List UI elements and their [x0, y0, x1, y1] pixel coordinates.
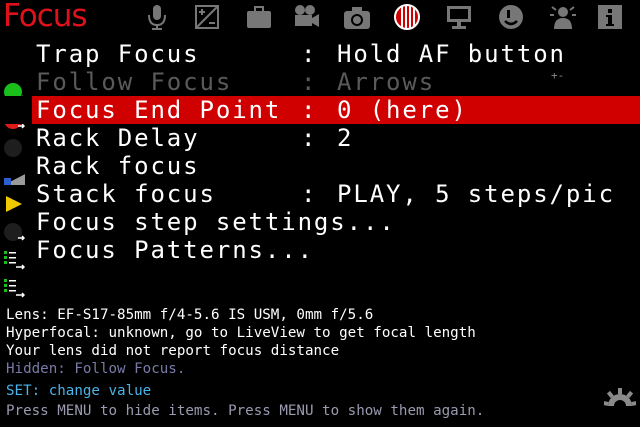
briefcase-icon — [247, 6, 271, 28]
menu-item-rack-focus[interactable]: Rack focus — [0, 152, 640, 212]
menu-item-label: Rack focus — [36, 152, 200, 180]
set-hint: SET: change value — [6, 383, 152, 399]
microphone-icon — [148, 5, 166, 30]
debug-icon — [550, 6, 576, 29]
menu-item-label: Focus End Point — [36, 96, 282, 124]
menu-item-rack-delay[interactable]: Rack Delay : 2 — [0, 124, 640, 185]
movie-camera-icon — [295, 5, 319, 27]
slider-icon — [3, 127, 25, 185]
smiley-icon — [499, 5, 523, 29]
tab-display[interactable] — [445, 3, 473, 31]
menu-item-label: Focus step settings... — [36, 208, 396, 236]
submenu-icon — [3, 239, 25, 298]
menu-help-text: Press MENU to hide items. Press MENU to … — [6, 403, 485, 419]
menu-item-focus-end-point[interactable]: Focus End Point : 0 (here) — [0, 96, 640, 157]
dark-dot-icon — [3, 99, 25, 157]
tab-info[interactable] — [596, 3, 624, 31]
tab-shoot[interactable] — [245, 3, 273, 31]
tab-prefs[interactable] — [497, 3, 525, 31]
page-title: Focus — [3, 0, 88, 34]
tab-focus[interactable] — [393, 3, 421, 31]
tab-movie[interactable] — [292, 3, 320, 31]
gear-icon — [601, 376, 639, 408]
menu-item-value: 2 — [337, 124, 354, 152]
menu-item-label: Trap Focus — [36, 40, 200, 68]
menu-item-label: Stack focus — [36, 180, 216, 208]
green-dot-icon — [3, 43, 25, 101]
focus-distance-info: Your lens did not report focus distance — [6, 343, 340, 359]
menu-item-separator: : — [301, 68, 316, 96]
tab-exposure[interactable] — [193, 3, 221, 31]
hyperfocal-info: Hyperfocal: unknown, go to LiveView to g… — [6, 325, 476, 341]
tab-debug[interactable] — [549, 3, 577, 31]
exposure-icon — [195, 5, 219, 29]
dark-dot-icon — [3, 183, 25, 241]
menu-item-trap-focus[interactable]: Trap Focus : Hold AF button — [0, 40, 640, 101]
focus-icon — [394, 4, 420, 30]
info-icon — [598, 5, 622, 29]
display-icon — [447, 6, 471, 29]
menu-item-follow-focus[interactable]: Follow Focus : Arrows — [0, 68, 640, 129]
menu-item-label: Focus Patterns... — [36, 236, 314, 264]
menu-item-focus-step-settings[interactable]: Focus step settings... — [0, 208, 640, 270]
photo-camera-icon — [344, 7, 370, 29]
tab-audio[interactable] — [143, 3, 171, 31]
submenu-icon — [3, 211, 25, 270]
lens-info: Lens: EF-S17-85mm f/4-5.6 IS USM, 0mm f/… — [6, 307, 374, 323]
menu-item-value: 0 (here) — [337, 96, 468, 124]
tab-photo[interactable] — [343, 3, 371, 31]
red-dot-icon — [3, 71, 25, 129]
menu-item-stack-focus[interactable]: Stack focus : PLAY, 5 steps/pic — [0, 180, 640, 241]
hidden-items-info: Hidden: Follow Focus. — [6, 361, 186, 377]
menu-item-value: PLAY, 5 steps/pic — [337, 180, 615, 208]
menu-item-separator: : — [301, 96, 316, 124]
menu-item-separator: : — [301, 124, 316, 152]
menu-item-value: Arrows — [337, 68, 436, 96]
menu-item-separator: : — [301, 40, 316, 68]
menu-header: Focus — [0, 0, 640, 36]
menu-item-label: Follow Focus — [36, 68, 233, 96]
adjust-hint: +- — [551, 69, 565, 82]
menu-item-separator: : — [301, 180, 316, 208]
play-icon — [3, 155, 25, 212]
menu-item-label: Rack Delay — [36, 124, 200, 152]
menu-item-focus-patterns[interactable]: Focus Patterns... — [0, 236, 640, 298]
menu-item-value: Hold AF button — [337, 40, 566, 68]
